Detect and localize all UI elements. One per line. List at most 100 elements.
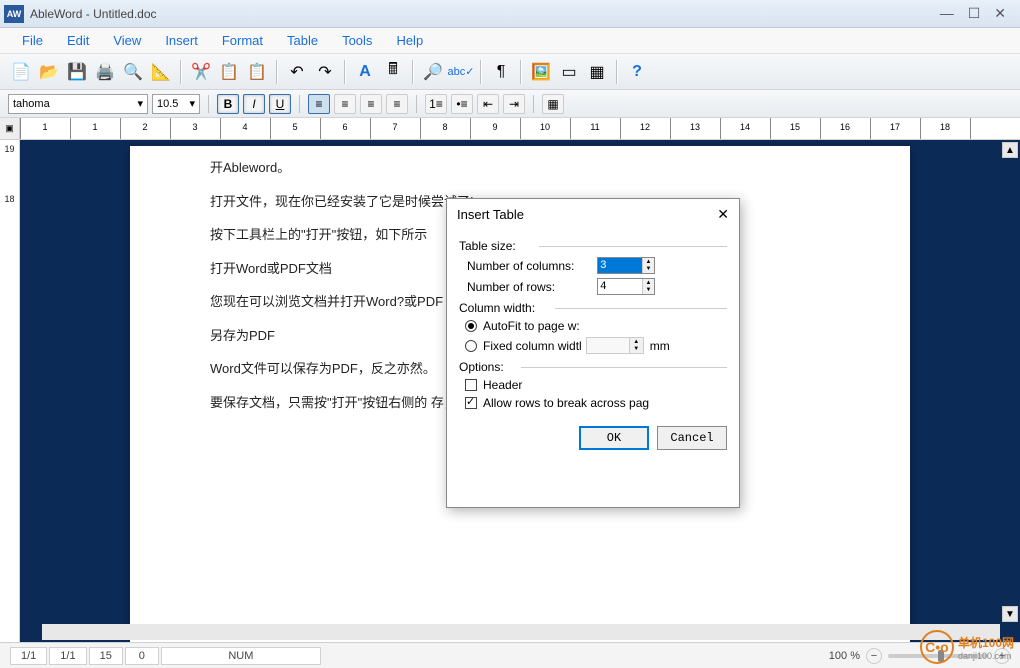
status-section: 1/1 [49,647,86,665]
menu-edit[interactable]: Edit [55,29,101,52]
rows-label: Number of rows: [467,280,597,294]
window-title: AbleWord - Untitled.doc [30,7,940,21]
print-preview-button[interactable]: 🔍 [120,59,146,85]
cut-button[interactable]: ✂️ [188,59,214,85]
group-options: Options: [459,360,727,374]
header-label: Header [483,378,522,392]
align-left-button[interactable]: ≡ [308,94,330,114]
watermark-logo-icon: C•o [920,630,954,664]
increase-indent-button[interactable]: ⇥ [503,94,525,114]
fixed-width-label: Fixed column widtl [483,339,582,353]
menu-insert[interactable]: Insert [153,29,210,52]
titlebar: AW AbleWord - Untitled.doc — ☐ ✕ [0,0,1020,28]
align-right-button[interactable]: ≡ [360,94,382,114]
cols-up[interactable]: ▲ [643,258,654,266]
cols-down[interactable]: ▼ [643,266,654,274]
fixed-down[interactable]: ▼ [630,346,643,354]
paste-button[interactable]: 📋 [244,59,270,85]
status-mode: NUM [161,647,321,665]
insert-table-button[interactable]: ▦ [584,59,610,85]
font-select[interactable]: tahoma▾ [8,94,148,114]
zoom-out-button[interactable]: − [866,648,882,664]
separator [412,60,414,84]
find-button[interactable]: 🔎 [420,59,446,85]
menu-tools[interactable]: Tools [330,29,384,52]
horizontal-scrollbar[interactable] [42,624,1000,640]
dialog-close-button[interactable]: ✕ [717,206,729,223]
header-checkbox[interactable] [465,379,477,391]
undo-button[interactable]: ↶ [284,59,310,85]
help-button[interactable]: ? [624,59,650,85]
fixed-width-radio[interactable] [465,340,477,352]
print-button[interactable]: 🖨️ [92,59,118,85]
decrease-indent-button[interactable]: ⇤ [477,94,499,114]
copy-button[interactable]: 📋 [216,59,242,85]
close-button[interactable]: ✕ [994,5,1006,22]
separator [208,95,209,113]
ok-button[interactable]: OK [579,426,649,450]
vertical-ruler[interactable]: 1918 [0,140,20,642]
rows-input[interactable] [598,279,642,294]
status-col: 0 [125,647,159,665]
app-icon: AW [4,5,24,23]
spellcheck-button[interactable]: abc✓ [448,59,474,85]
insert-textbox-button[interactable]: ▭ [556,59,582,85]
ruler-corner: ▣ [0,118,20,139]
fixed-up[interactable]: ▲ [630,338,643,346]
bullet-list-button[interactable]: •≡ [451,94,473,114]
scroll-down-button[interactable]: ▼ [1002,606,1018,622]
font-size-select[interactable]: 10.5▾ [152,94,200,114]
insert-image-button[interactable]: 🖼️ [528,59,554,85]
allow-break-label: Allow rows to break across pag [483,396,649,410]
separator [533,95,534,113]
underline-button[interactable]: U [269,94,291,114]
redo-button[interactable]: ↷ [312,59,338,85]
separator [616,60,618,84]
formatbar: tahoma▾ 10.5▾ B I U ≡ ≡ ≡ ≡ 1≡ •≡ ⇤ ⇥ ▦ [0,90,1020,118]
dialog-titlebar[interactable]: Insert Table ✕ [447,199,739,229]
align-justify-button[interactable]: ≡ [386,94,408,114]
separator [299,95,300,113]
number-list-button[interactable]: 1≡ [425,94,447,114]
menu-table[interactable]: Table [275,29,330,52]
watermark-text: 单机100网 [958,636,1014,650]
maximize-button[interactable]: ☐ [968,5,981,22]
borders-button[interactable]: ▦ [542,94,564,114]
autofit-radio[interactable] [465,320,477,332]
cols-label: Number of columns: [467,259,597,273]
align-center-button[interactable]: ≡ [334,94,356,114]
new-button[interactable]: 📄 [8,59,34,85]
minimize-button[interactable]: — [940,5,954,22]
document-paragraph[interactable]: 开Ableword。 [210,158,830,178]
open-button[interactable]: 📂 [36,59,62,85]
group-column-width: Column width: [459,301,727,315]
cancel-button[interactable]: Cancel [657,426,727,450]
page-setup-button[interactable]: 📐 [148,59,174,85]
separator [344,60,346,84]
calculator-button[interactable]: 🖩 [380,59,406,85]
italic-button[interactable]: I [243,94,265,114]
separator [480,60,482,84]
allow-break-checkbox[interactable] [465,397,477,409]
menu-format[interactable]: Format [210,29,275,52]
rows-spinner[interactable]: ▲▼ [597,278,655,295]
dialog-title-text: Insert Table [457,207,524,222]
save-button[interactable]: 💾 [64,59,90,85]
cols-spinner[interactable]: ▲▼ [597,257,655,274]
separator [416,95,417,113]
rows-up[interactable]: ▲ [643,279,654,287]
menu-help[interactable]: Help [384,29,435,52]
show-marks-button[interactable]: ¶ [488,59,514,85]
rows-down[interactable]: ▼ [643,287,654,295]
cols-input[interactable] [598,258,642,273]
insert-table-dialog: Insert Table ✕ Table size: Number of col… [446,198,740,508]
menu-view[interactable]: View [101,29,153,52]
group-table-size: Table size: [459,239,727,253]
menu-file[interactable]: File [10,29,55,52]
horizontal-ruler[interactable]: ▣ 1123456789101112131415161718 [0,118,1020,140]
status-page: 1/1 [10,647,47,665]
menubar: File Edit View Insert Format Table Tools… [0,28,1020,54]
bold-button[interactable]: B [217,94,239,114]
scroll-up-button[interactable]: ▲ [1002,142,1018,158]
font-color-button[interactable]: A [352,59,378,85]
